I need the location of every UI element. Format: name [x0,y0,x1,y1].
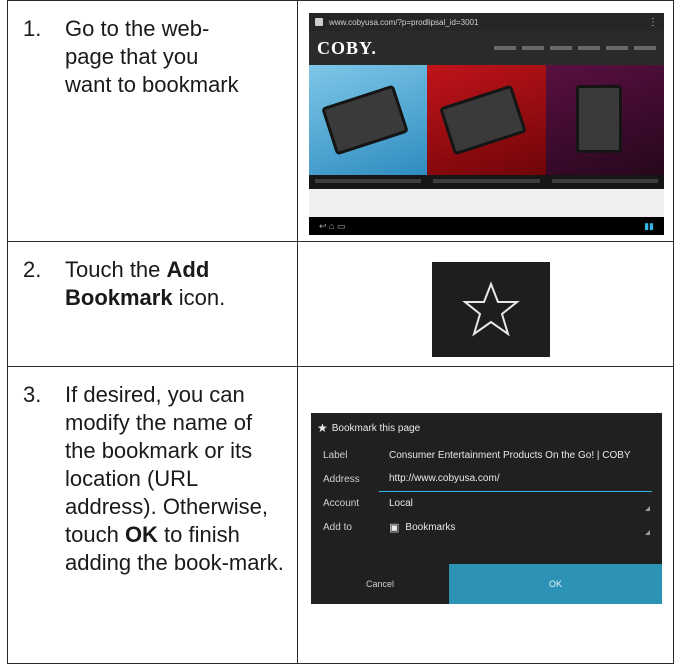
step-image-cell: ★ Bookmark this page Label Consumer Ente… [297,366,674,664]
site-header: COBY. [309,31,664,65]
step-row-2: 2. Touch the Add Bookmark icon. [7,241,674,367]
system-bar: ↩ ⌂ ▭ ▮▮ [309,217,664,235]
star-icon: ★ [317,421,328,435]
step-row-1: 1. Go to the web- page that you want to … [7,0,674,242]
step-instruction: If desired, you can modify the name of t… [65,382,284,575]
hero-panel [545,65,664,175]
page-content [309,189,664,217]
account-row: Account Local [311,491,662,515]
bookmark-dialog: ★ Bookmark this page Label Consumer Ente… [311,413,662,604]
step-text-cell: 2. Touch the Add Bookmark icon. [7,241,298,367]
favicon-icon [315,18,323,26]
addto-select[interactable]: ▣ Bookmarks [379,515,662,539]
tablet-image [321,84,409,156]
step-image-cell [297,241,674,367]
step-image-cell: www.cobyusa.com/?p=prodlipsal_id=3001 ⋮ … [297,0,674,242]
cancel-button[interactable]: Cancel [311,564,449,604]
step-text-cell: 3. If desired, you can modify the name o… [7,366,298,664]
label-row: Label Consumer Entertainment Products On… [311,443,662,467]
dialog-title: ★ Bookmark this page [317,421,421,435]
addto-caption: Add to [323,521,352,533]
url-bar: www.cobyusa.com/?p=prodlipsal_id=3001 ⋮ [309,13,664,31]
star-outline-icon [462,280,520,336]
address-row: Address http://www.cobyusa.com/ [311,467,662,492]
hero-panel [427,65,546,175]
label-caption: Label [323,449,348,461]
site-nav [377,46,656,50]
site-logo: COBY. [317,37,377,58]
nav-buttons-icon: ↩ ⌂ ▭ [319,220,346,231]
tablet-image [575,85,622,153]
account-caption: Account [323,497,360,509]
label-field[interactable]: Consumer Entertainment Products On the G… [379,443,662,467]
step-text-cell: 1. Go to the web- page that you want to … [7,0,298,242]
addto-row: Add to ▣ Bookmarks [311,515,662,539]
step-number: 3. [23,382,42,407]
hero-banner [309,65,664,175]
ok-button[interactable]: OK [449,564,662,604]
account-select[interactable]: Local [379,491,662,515]
url-text: www.cobyusa.com/?p=prodlipsal_id=3001 [329,17,479,27]
dialog-buttons: Cancel OK [311,564,662,604]
step-instruction: Touch the Add Bookmark icon. [65,257,226,310]
overflow-menu-icon: ⋮ [648,16,658,28]
step-instruction: Go to the web- page that you want to boo… [65,16,239,97]
step-number: 2. [23,257,42,282]
address-field[interactable]: http://www.cobyusa.com/ [379,467,652,492]
step-number: 1. [23,16,42,41]
step-row-3: 3. If desired, you can modify the name o… [7,366,674,664]
browser-screenshot: www.cobyusa.com/?p=prodlipsal_id=3001 ⋮ … [309,13,664,235]
add-bookmark-icon-tile [432,262,550,357]
address-caption: Address [323,473,360,485]
tablet-image [439,84,528,156]
hero-captions [309,175,664,189]
hero-panel [309,65,428,175]
instruction-table: 1. Go to the web- page that you want to … [7,0,674,664]
status-icons: ▮▮ [644,220,654,231]
bookmark-folder-icon: ▣ [389,521,400,534]
